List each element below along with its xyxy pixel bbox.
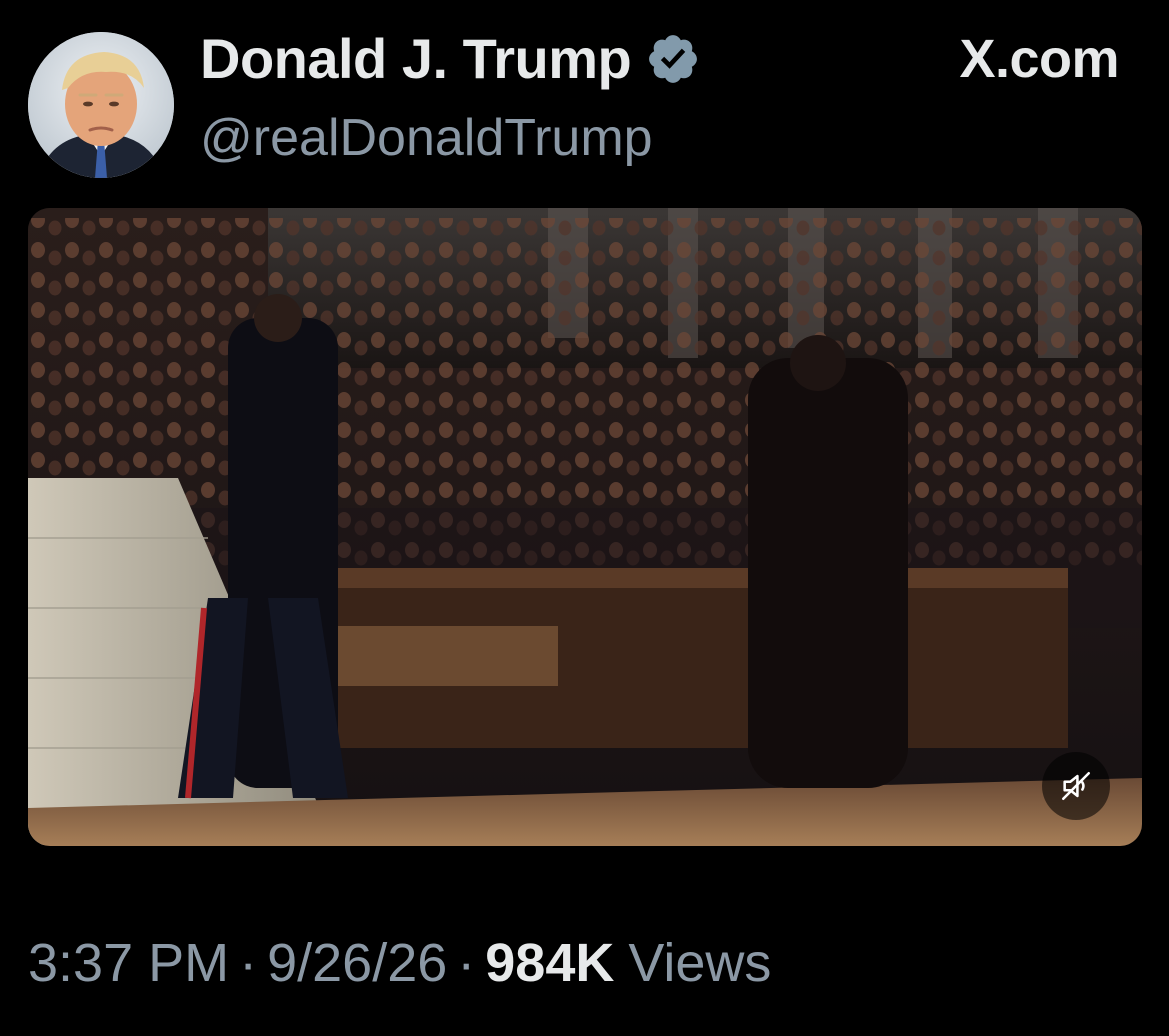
mute-toggle-button[interactable] [1042, 752, 1110, 820]
author-handle[interactable]: @realDonaldTrump [200, 108, 653, 168]
avatar-image [28, 32, 174, 178]
verified-badge-icon [649, 34, 698, 83]
post-header: Donald J. Trump @realDonaldTrump X.com [0, 0, 1169, 200]
video-player[interactable] [28, 208, 1142, 846]
meta-separator: · [239, 933, 258, 993]
author-name-row[interactable]: Donald J. Trump [200, 26, 701, 91]
brand-watermark: X.com [959, 29, 1119, 89]
video-frame [28, 208, 1142, 846]
post-time[interactable]: 3:37 PM [28, 932, 229, 994]
meta-separator: · [457, 933, 476, 993]
views-count[interactable]: 984K [485, 932, 614, 994]
views-label: Views [628, 933, 772, 993]
post-date[interactable]: 9/26/26 [267, 932, 447, 994]
post-meta: 3:37 PM · 9/26/26 · 984K Views [28, 932, 771, 994]
author-display-name[interactable]: Donald J. Trump [200, 26, 632, 91]
avatar[interactable] [28, 32, 174, 178]
speaker-muted-icon [1061, 771, 1091, 801]
